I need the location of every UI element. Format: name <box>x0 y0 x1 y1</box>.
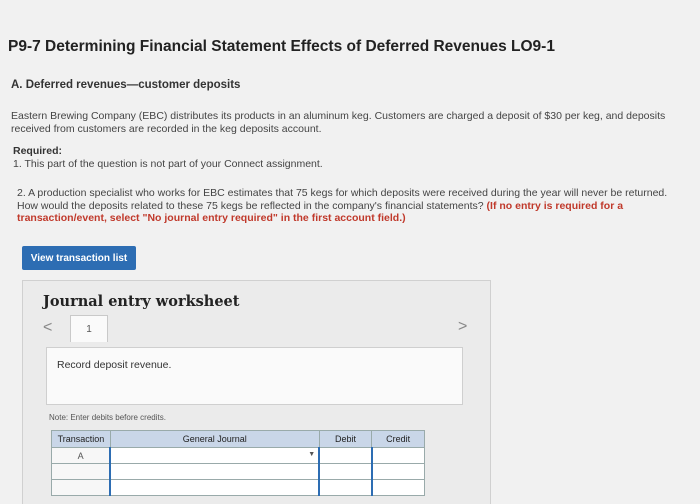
debit-input[interactable] <box>318 463 373 480</box>
required-item-2: 2. A production specialist who works for… <box>17 187 687 225</box>
chevron-left-icon[interactable]: < <box>43 319 52 337</box>
credit-input[interactable] <box>370 463 425 480</box>
entry-description: Record deposit revenue. <box>57 359 172 371</box>
debit-input[interactable] <box>318 447 373 464</box>
debit-input[interactable] <box>318 479 373 496</box>
journal-entry-table: Transaction General Journal Debit Credit… <box>51 430 425 496</box>
page-title: P9-7 Determining Financial Statement Eff… <box>8 38 555 55</box>
transaction-cell <box>51 479 111 496</box>
table-row: A ▼ <box>51 447 425 464</box>
account-select[interactable]: ▼ <box>109 447 321 464</box>
page-tab-1[interactable]: 1 <box>70 315 108 342</box>
transaction-cell <box>51 463 111 480</box>
account-select[interactable] <box>109 479 321 496</box>
required-item-1: 1. This part of the question is not part… <box>13 158 323 170</box>
transaction-cell: A <box>51 447 111 464</box>
journal-entry-worksheet: Journal entry worksheet < 1 Record depos… <box>22 280 491 504</box>
credit-input[interactable] <box>370 479 425 496</box>
column-header-general-journal: General Journal <box>109 430 320 448</box>
chevron-right-icon[interactable]: > <box>458 318 467 336</box>
account-select[interactable] <box>109 463 321 480</box>
section-heading: A. Deferred revenues—customer deposits <box>11 79 241 91</box>
column-header-credit: Credit <box>371 430 425 448</box>
table-row <box>51 463 425 480</box>
entry-note: Note: Enter debits before credits. <box>49 413 166 422</box>
table-row <box>51 479 425 496</box>
credit-input[interactable] <box>370 447 425 464</box>
problem-paragraph: Eastern Brewing Company (EBC) distribute… <box>11 110 666 135</box>
column-header-debit: Debit <box>318 430 373 448</box>
view-transaction-list-button[interactable]: View transaction list <box>22 246 136 270</box>
required-label: Required: <box>13 145 63 157</box>
column-header-transaction: Transaction <box>51 430 111 448</box>
entry-description-box: Record deposit revenue. <box>46 347 463 405</box>
dropdown-arrow-icon[interactable]: ▼ <box>308 451 315 458</box>
worksheet-title: Journal entry worksheet <box>43 293 240 310</box>
